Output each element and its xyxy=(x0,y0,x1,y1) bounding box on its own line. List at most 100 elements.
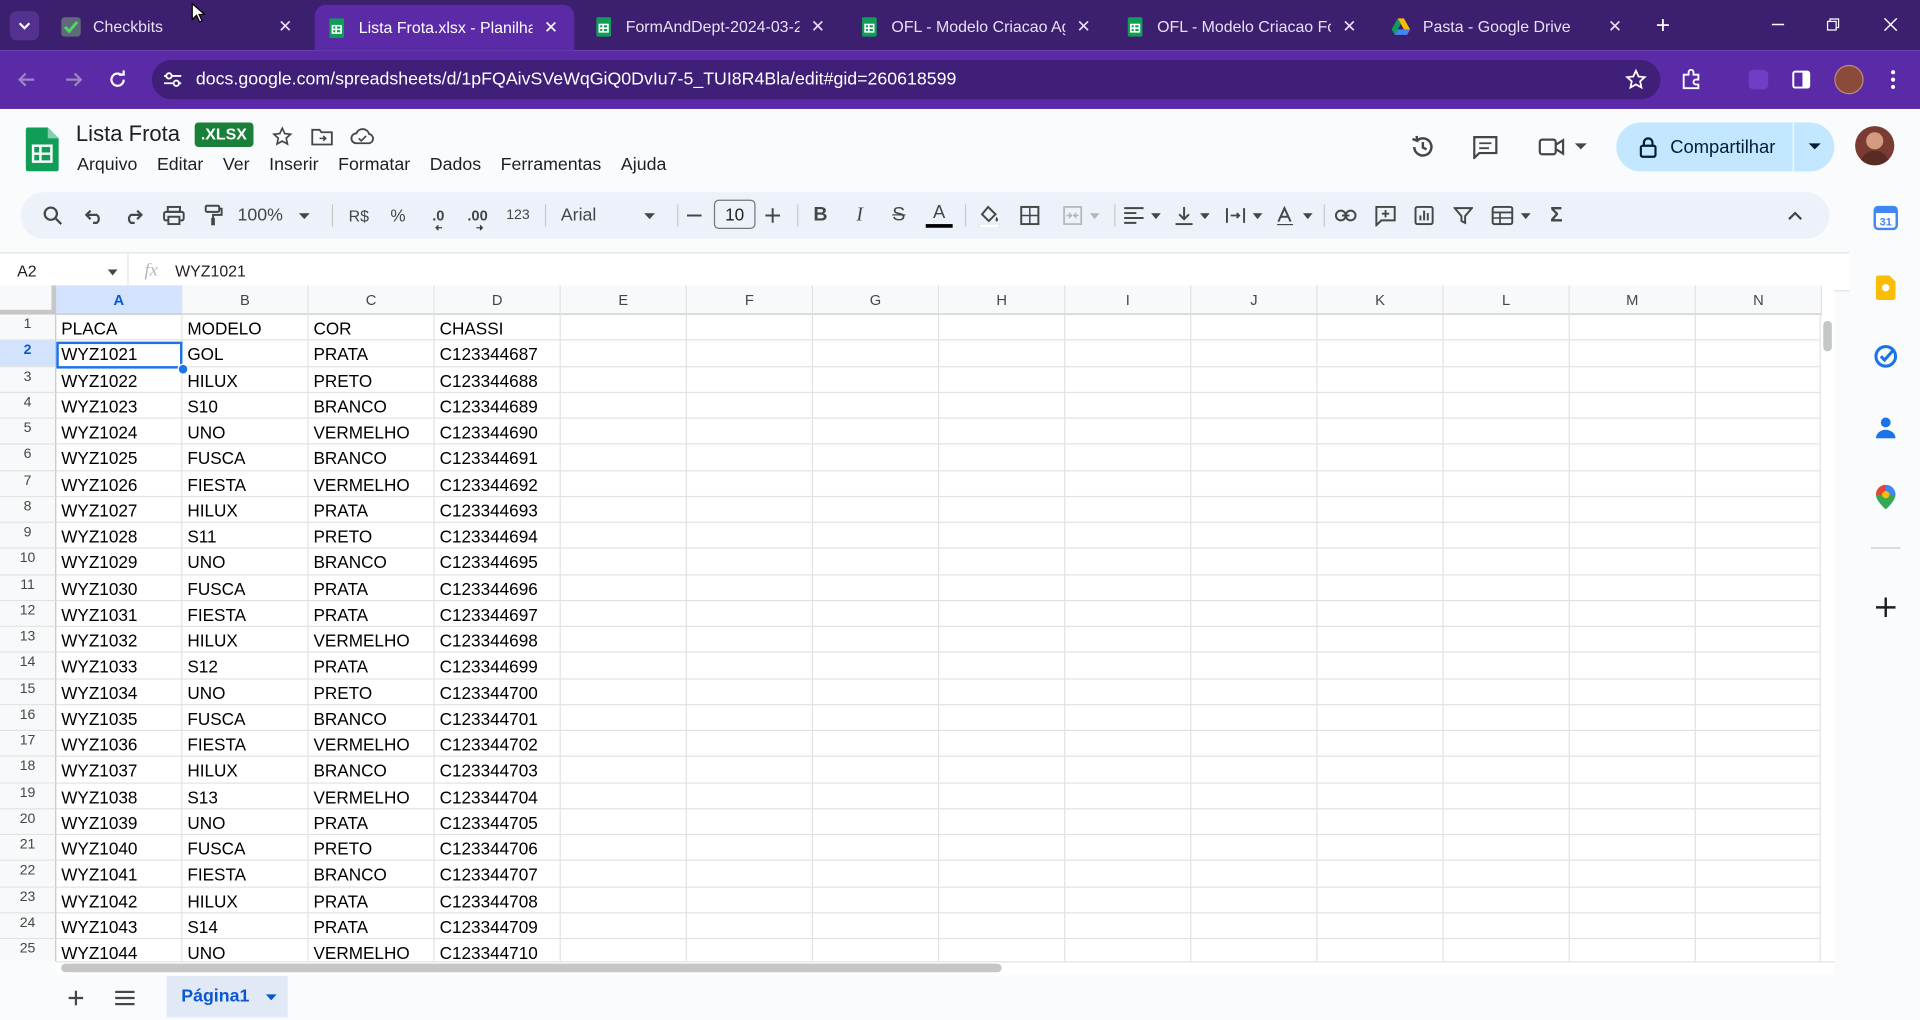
cell-e20[interactable] xyxy=(560,809,687,836)
cell-g16[interactable] xyxy=(813,705,940,732)
cell-c21[interactable]: PRETO xyxy=(308,835,435,862)
cell-h14[interactable] xyxy=(939,652,1066,679)
cell-b23[interactable]: HILUX xyxy=(182,887,309,914)
cell-h24[interactable] xyxy=(939,913,1066,940)
get-addons-button[interactable] xyxy=(1871,593,1900,622)
cell-m10[interactable] xyxy=(1569,548,1696,575)
cell-m4[interactable] xyxy=(1569,392,1696,419)
cell-m3[interactable] xyxy=(1569,366,1696,393)
cell-d10[interactable]: C123344695 xyxy=(434,548,561,575)
cell-e17[interactable] xyxy=(560,731,687,758)
cell-j3[interactable] xyxy=(1191,366,1318,393)
cell-m6[interactable] xyxy=(1569,444,1696,471)
address-bar[interactable]: docs.google.com/spreadsheets/d/1pFQAivSV… xyxy=(151,60,1661,100)
cell-e10[interactable] xyxy=(560,548,687,575)
cell-h6[interactable] xyxy=(939,444,1066,471)
row-header[interactable]: 4 xyxy=(0,392,57,419)
filter-views-button[interactable] xyxy=(1488,192,1535,239)
cell-b11[interactable]: FUSCA xyxy=(182,574,309,601)
cell-a14[interactable]: WYZ1033 xyxy=(56,652,183,679)
cell-f17[interactable] xyxy=(686,731,814,758)
cell-j22[interactable] xyxy=(1191,861,1318,888)
cell-h10[interactable] xyxy=(939,548,1066,575)
back-button[interactable] xyxy=(12,65,41,94)
cell-n16[interactable] xyxy=(1695,705,1823,732)
cell-e2[interactable] xyxy=(560,340,687,367)
site-info-icon[interactable] xyxy=(152,60,194,99)
cell-n24[interactable] xyxy=(1695,913,1823,940)
cell-e19[interactable] xyxy=(560,783,687,810)
cell-e1[interactable] xyxy=(560,314,687,341)
extensions-button[interactable] xyxy=(1676,65,1705,94)
cell-k16[interactable] xyxy=(1317,705,1444,732)
cell-b6[interactable]: FUSCA xyxy=(182,444,309,471)
cell-k7[interactable] xyxy=(1317,470,1444,497)
account-avatar[interactable] xyxy=(1855,126,1895,166)
cell-b13[interactable]: HILUX xyxy=(182,626,309,653)
cell-k20[interactable] xyxy=(1317,809,1444,836)
browser-menu-button[interactable] xyxy=(1878,65,1907,94)
cell-c12[interactable]: PRATA xyxy=(308,600,435,627)
cell-b22[interactable]: FIESTA xyxy=(182,861,309,888)
cell-f24[interactable] xyxy=(686,913,814,940)
menu-item-ferramentas[interactable]: Ferramentas xyxy=(501,156,602,176)
share-dropdown-button[interactable] xyxy=(1794,122,1834,171)
cell-i16[interactable] xyxy=(1065,705,1192,732)
cell-m17[interactable] xyxy=(1569,731,1696,758)
cell-g6[interactable] xyxy=(813,444,940,471)
cell-j14[interactable] xyxy=(1191,652,1318,679)
column-header-c[interactable]: C xyxy=(308,285,435,315)
cell-g7[interactable] xyxy=(813,470,940,497)
cell-i2[interactable] xyxy=(1065,340,1192,367)
column-header-l[interactable]: L xyxy=(1443,285,1570,315)
cell-i24[interactable] xyxy=(1065,913,1192,940)
meet-button[interactable] xyxy=(1533,130,1592,164)
row-header[interactable]: 18 xyxy=(0,757,57,784)
cell-k17[interactable] xyxy=(1317,731,1444,758)
currency-format-button[interactable]: R$ xyxy=(344,192,373,239)
cell-e3[interactable] xyxy=(560,366,687,393)
cell-k23[interactable] xyxy=(1317,887,1444,914)
decrease-font-size-button[interactable] xyxy=(682,192,706,239)
cell-g11[interactable] xyxy=(813,574,940,601)
menu-item-dados[interactable]: Dados xyxy=(430,156,481,176)
cell-c4[interactable]: BRANCO xyxy=(308,392,435,419)
column-header-h[interactable]: H xyxy=(939,285,1066,315)
cell-i13[interactable] xyxy=(1065,626,1192,653)
cell-k9[interactable] xyxy=(1317,522,1444,549)
cell-j17[interactable] xyxy=(1191,731,1318,758)
cell-b24[interactable]: S14 xyxy=(182,913,309,940)
cell-l9[interactable] xyxy=(1443,522,1570,549)
cell-k25[interactable] xyxy=(1318,939,1444,962)
cell-d1[interactable]: CHASSI xyxy=(434,314,561,341)
cell-i9[interactable] xyxy=(1065,522,1192,549)
column-header-d[interactable]: D xyxy=(434,285,561,315)
cell-l18[interactable] xyxy=(1443,757,1570,784)
add-sheet-button[interactable] xyxy=(61,983,90,1012)
cell-f19[interactable] xyxy=(686,783,814,810)
cell-b1[interactable]: MODELO xyxy=(182,314,309,341)
cell-e6[interactable] xyxy=(560,444,687,471)
cell-c14[interactable]: PRATA xyxy=(308,652,435,679)
cell-g15[interactable] xyxy=(813,678,940,706)
font-size-input[interactable]: 10 xyxy=(713,199,756,229)
cell-b12[interactable]: FIESTA xyxy=(182,600,309,627)
cell-e22[interactable] xyxy=(560,861,687,888)
cell-k14[interactable] xyxy=(1317,652,1444,679)
cell-g24[interactable] xyxy=(813,913,940,940)
cell-j11[interactable] xyxy=(1191,574,1318,601)
menu-item-ver[interactable]: Ver xyxy=(223,156,250,176)
cell-e8[interactable] xyxy=(560,496,687,523)
cell-c7[interactable]: VERMELHO xyxy=(308,470,435,497)
cell-g25[interactable] xyxy=(813,939,940,962)
merge-cells-button[interactable] xyxy=(1057,192,1106,239)
cell-a3[interactable]: WYZ1022 xyxy=(56,366,183,393)
cell-n11[interactable] xyxy=(1695,574,1823,601)
cell-h9[interactable] xyxy=(939,522,1066,549)
cell-m12[interactable] xyxy=(1569,600,1696,627)
row-header[interactable]: 10 xyxy=(0,548,57,575)
cell-l23[interactable] xyxy=(1443,887,1570,914)
all-sheets-button[interactable] xyxy=(110,983,139,1012)
cell-l8[interactable] xyxy=(1443,496,1570,523)
cell-c18[interactable]: BRANCO xyxy=(308,757,435,784)
